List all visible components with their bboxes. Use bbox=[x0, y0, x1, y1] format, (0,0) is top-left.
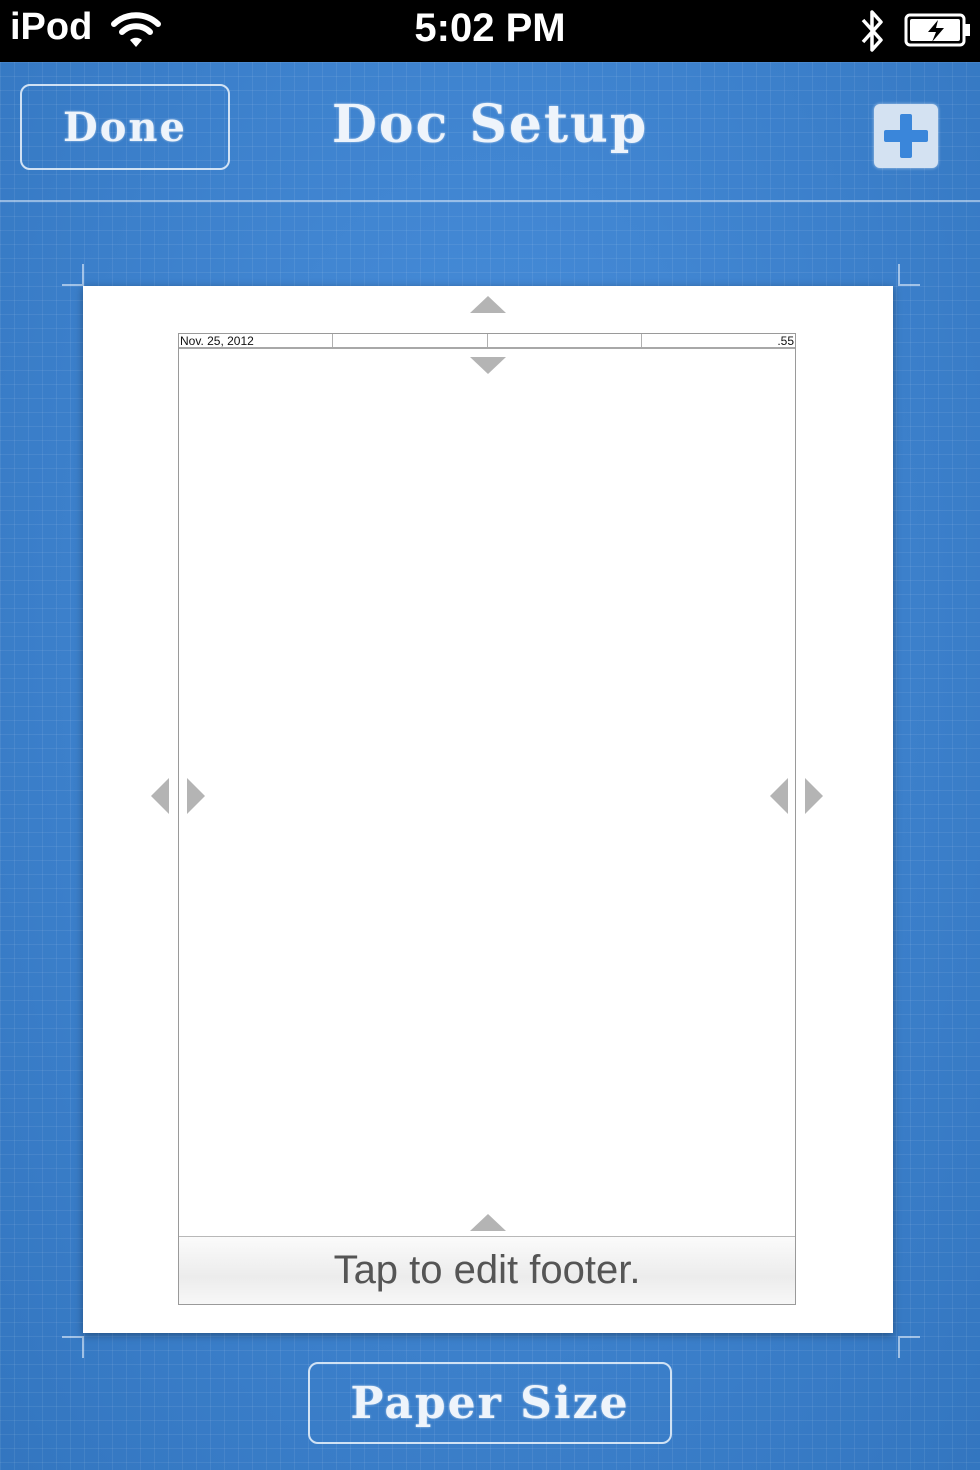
header-right: .55 bbox=[777, 334, 794, 347]
crop-mark-top-right bbox=[898, 264, 920, 286]
crop-mark-top-left bbox=[62, 264, 84, 286]
page-header[interactable]: Nov. 25, 2012 .55 bbox=[179, 334, 795, 349]
done-button[interactable]: Done bbox=[20, 84, 230, 170]
crop-mark-bottom-right bbox=[898, 1336, 920, 1358]
crop-mark-bottom-left bbox=[62, 1336, 84, 1358]
header-left: Nov. 25, 2012 bbox=[179, 334, 334, 347]
right-margin-right-arrow-icon[interactable] bbox=[805, 778, 823, 814]
page-title: Doc Setup bbox=[331, 94, 649, 155]
add-button[interactable] bbox=[874, 104, 938, 168]
top-margin-up-arrow-icon[interactable] bbox=[470, 296, 506, 313]
bottom-margin-up-arrow-icon[interactable] bbox=[470, 1214, 506, 1231]
paper-size-button[interactable]: Paper Size bbox=[308, 1362, 672, 1444]
header-center-left bbox=[333, 334, 488, 347]
status-time: 5:02 PM bbox=[414, 6, 566, 50]
content-margin-box: Nov. 25, 2012 .55 Tap to edit footer. bbox=[178, 333, 796, 1305]
page-preview: Nov. 25, 2012 .55 Tap to edit footer. bbox=[83, 286, 893, 1333]
footer-edit-button[interactable]: Tap to edit footer. bbox=[179, 1236, 795, 1304]
plus-icon-bar bbox=[884, 130, 928, 142]
battery-charging-icon bbox=[904, 13, 970, 47]
status-bar: iPod 5:02 PM bbox=[0, 0, 980, 62]
left-margin-right-arrow-icon[interactable] bbox=[187, 778, 205, 814]
header-center-right bbox=[488, 334, 642, 347]
doc-setup-screen: Done Doc Setup Nov. 25, 2012 .55 Tap to … bbox=[0, 62, 980, 1470]
header-divider bbox=[0, 200, 980, 202]
right-margin-left-arrow-icon[interactable] bbox=[770, 778, 788, 814]
left-margin-left-arrow-icon[interactable] bbox=[151, 778, 169, 814]
bluetooth-icon bbox=[861, 10, 883, 52]
